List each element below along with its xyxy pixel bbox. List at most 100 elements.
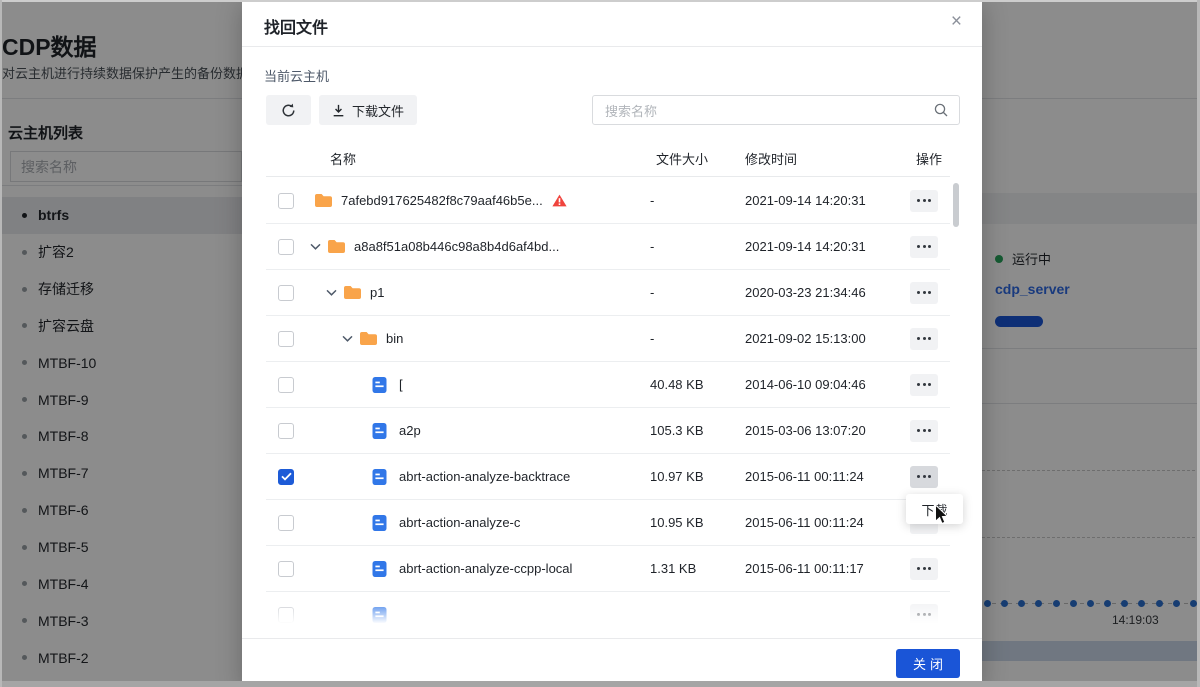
modal-footer: 关闭	[242, 638, 982, 687]
row-more-actions-button[interactable]	[910, 190, 938, 212]
file-size: 105.3 KB	[650, 423, 745, 438]
file-size: -	[650, 193, 745, 208]
table-row[interactable]	[266, 592, 950, 627]
row-checkbox[interactable]	[278, 607, 294, 623]
file-name: bin	[386, 331, 403, 346]
row-more-actions-button[interactable]	[910, 282, 938, 304]
row-checkbox[interactable]	[278, 423, 294, 439]
table-row[interactable]: [40.48 KB2014-06-10 09:04:46	[266, 362, 950, 408]
modified-time: 2021-09-14 14:20:31	[745, 193, 907, 208]
modified-time: 2015-06-11 00:11:24	[745, 469, 907, 484]
column-header-operation: 操作	[907, 149, 950, 168]
window-edge-left	[0, 0, 2, 687]
table-header-row: 名称 文件大小 修改时间 操作	[266, 140, 950, 177]
table-scrollbar-thumb[interactable]	[953, 183, 959, 227]
table-row[interactable]: abrt-action-analyze-ccpp-local1.31 KB201…	[266, 546, 950, 592]
row-more-actions-button[interactable]	[910, 466, 938, 488]
modified-time: 2021-09-02 15:13:00	[745, 331, 907, 346]
tree-indent	[306, 338, 342, 339]
operation-cell	[907, 282, 950, 304]
mouse-cursor	[934, 504, 949, 530]
file-size: -	[650, 285, 745, 300]
row-checkbox[interactable]	[278, 331, 294, 347]
tree-indent	[306, 200, 314, 201]
modified-time: 2020-03-23 21:34:46	[745, 285, 907, 300]
table-row[interactable]: bin -2021-09-02 15:13:00	[266, 316, 950, 362]
row-more-actions-button[interactable]	[910, 558, 938, 580]
name-cell: [	[306, 377, 650, 393]
modified-time: 2015-06-11 00:11:17	[745, 561, 907, 576]
file-size: 10.95 KB	[650, 515, 745, 530]
modal-header: 找回文件 ×	[242, 0, 982, 47]
download-icon	[332, 104, 345, 117]
refresh-button[interactable]	[266, 95, 311, 125]
current-host-label: 当前云主机	[264, 66, 329, 85]
file-icon	[372, 469, 391, 485]
file-icon	[372, 561, 391, 577]
row-checkbox[interactable]	[278, 377, 294, 393]
chevron-down-icon[interactable]	[326, 289, 340, 296]
table-row[interactable]: abrt-action-analyze-c10.95 KB2015-06-11 …	[266, 500, 950, 546]
folder-icon	[327, 239, 346, 254]
file-name: p1	[370, 285, 384, 300]
table-row[interactable]: p1 -2020-03-23 21:34:46	[266, 270, 950, 316]
name-cell: abrt-action-analyze-c	[306, 515, 650, 531]
tree-indent	[306, 384, 372, 385]
operation-cell	[907, 374, 950, 396]
name-cell: bin	[306, 331, 650, 346]
row-checkbox[interactable]	[278, 193, 294, 209]
modified-time: 2015-06-11 00:11:24	[745, 515, 907, 530]
chevron-down-icon[interactable]	[310, 243, 324, 250]
download-files-button[interactable]: 下载文件	[319, 95, 417, 125]
file-search-input[interactable]: 搜索名称	[592, 95, 960, 125]
file-name: a8a8f51a08b446c98a8b4d6af4bd...	[354, 239, 559, 254]
window-edge-bottom	[0, 681, 1200, 687]
tree-indent	[306, 430, 372, 431]
modified-time: 2021-09-14 14:20:31	[745, 239, 907, 254]
table-row[interactable]: 7afebd917625482f8c79aaf46b5e... -2021-09-…	[266, 178, 950, 224]
file-size: 40.48 KB	[650, 377, 745, 392]
row-checkbox[interactable]	[278, 285, 294, 301]
chevron-down-icon[interactable]	[342, 335, 356, 342]
row-more-actions-button[interactable]	[910, 604, 938, 626]
close-button[interactable]: 关闭	[896, 649, 960, 678]
row-more-actions-button[interactable]	[910, 374, 938, 396]
download-button-label: 下载文件	[352, 101, 404, 120]
file-size: 10.97 KB	[650, 469, 745, 484]
operation-cell	[907, 604, 950, 626]
row-more-actions-button[interactable]	[910, 236, 938, 258]
file-search-placeholder: 搜索名称	[593, 101, 934, 120]
refresh-icon	[281, 103, 296, 118]
tree-indent	[306, 292, 326, 293]
table-row[interactable]: abrt-action-analyze-backtrace 10.97 KB201…	[266, 454, 950, 500]
file-size: -	[650, 331, 745, 346]
file-name: abrt-action-analyze-backtrace	[399, 469, 570, 484]
operation-cell	[907, 558, 950, 580]
table-row[interactable]: a2p105.3 KB2015-03-06 13:07:20	[266, 408, 950, 454]
row-more-actions-button[interactable]	[910, 328, 938, 350]
search-icon[interactable]	[934, 103, 948, 117]
table-row[interactable]: a8a8f51a08b446c98a8b4d6af4bd... -2021-09-…	[266, 224, 950, 270]
file-name: [	[399, 377, 403, 392]
file-size: -	[650, 239, 745, 254]
file-table-body: 7afebd917625482f8c79aaf46b5e...-2021-09-…	[266, 178, 950, 627]
row-checkbox[interactable]	[278, 469, 294, 485]
name-cell: p1	[306, 285, 650, 300]
close-icon[interactable]: ×	[949, 10, 964, 33]
file-name: a2p	[399, 423, 421, 438]
row-checkbox[interactable]	[278, 239, 294, 255]
name-cell: abrt-action-analyze-backtrace	[306, 469, 650, 485]
window-edge-top	[0, 0, 1200, 2]
modified-time: 2014-06-10 09:04:46	[745, 377, 907, 392]
row-checkbox[interactable]	[278, 561, 294, 577]
file-name: 7afebd917625482f8c79aaf46b5e...	[341, 193, 543, 208]
operation-cell	[907, 466, 950, 488]
row-checkbox[interactable]	[278, 515, 294, 531]
row-more-actions-button[interactable]	[910, 420, 938, 442]
warning-icon	[552, 194, 567, 207]
column-header-size: 文件大小	[650, 149, 745, 168]
column-header-mtime: 修改时间	[745, 149, 907, 168]
name-cell: a2p	[306, 423, 650, 439]
file-icon	[372, 607, 391, 623]
folder-icon	[343, 285, 362, 300]
